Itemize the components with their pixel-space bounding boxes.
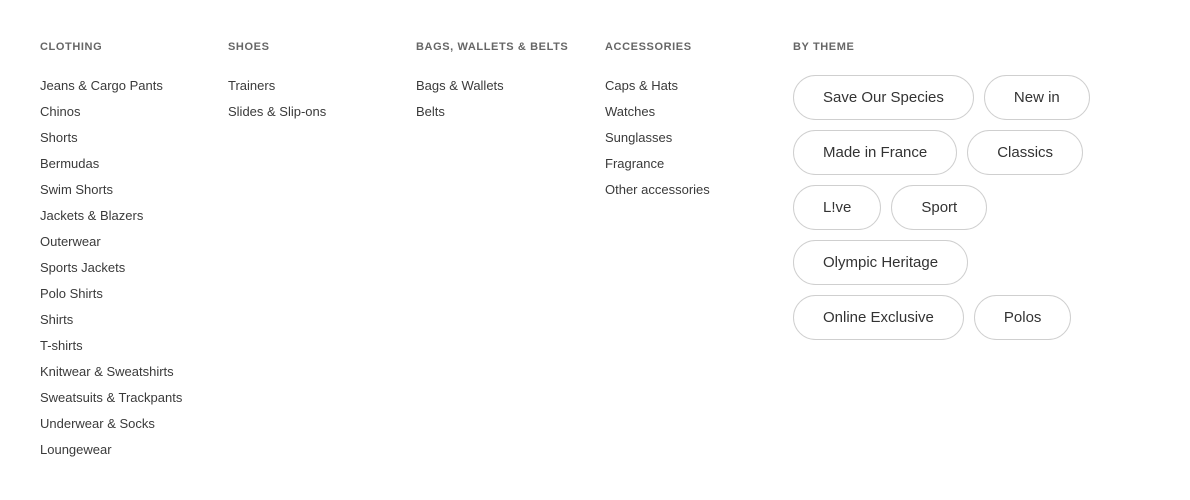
clothing-link[interactable]: Sweatsuits & Trackpants bbox=[40, 385, 220, 411]
clothing-link[interactable]: T-shirts bbox=[40, 333, 220, 359]
shoes-link[interactable]: Slides & Slip-ons bbox=[228, 99, 408, 125]
theme-chip-button[interactable]: Made in France bbox=[793, 130, 958, 175]
bags-column: BAGS, WALLETS & BELTS Bags & Wallets Belt… bbox=[416, 40, 596, 125]
theme-chip-button[interactable]: Polos bbox=[973, 295, 1072, 340]
clothing-link[interactable]: Shorts bbox=[40, 125, 220, 151]
theme-chip-button[interactable]: Olympic Heritage bbox=[793, 240, 969, 285]
clothing-link[interactable]: Shirts bbox=[40, 307, 220, 333]
clothing-link[interactable]: Loungewear bbox=[40, 437, 220, 463]
mega-menu: CLOTHING Jeans & Cargo Pants Chinos Shorts… bbox=[0, 0, 1190, 500]
clothing-link[interactable]: Jackets & Blazers bbox=[40, 203, 220, 229]
clothing-link[interactable]: Swim Shorts bbox=[40, 177, 220, 203]
theme-column: BY THEME Save Our Species New in Made in F… bbox=[793, 40, 1153, 350]
accessories-list: Caps & Hats Watches Sunglasses Fragrance Oth… bbox=[605, 73, 785, 203]
bags-link[interactable]: Belts bbox=[416, 99, 596, 125]
shoes-column: SHOES Trainers Slides & Slip-ons bbox=[228, 40, 408, 125]
clothing-link[interactable]: Sports Jackets bbox=[40, 255, 220, 281]
bags-link[interactable]: Bags & Wallets bbox=[416, 73, 596, 99]
clothing-link[interactable]: Bermudas bbox=[40, 151, 220, 177]
accessories-link[interactable]: Other accessories bbox=[605, 177, 785, 203]
bags-heading: BAGS, WALLETS & BELTS bbox=[416, 41, 569, 53]
clothing-link[interactable]: Chinos bbox=[40, 99, 220, 125]
theme-chip-row: Save Our Species New in bbox=[793, 75, 1153, 120]
theme-chip-grid: Save Our Species New in Made in France Clas… bbox=[793, 75, 1153, 340]
theme-chip-button[interactable]: Online Exclusive bbox=[793, 295, 964, 340]
clothing-list: Jeans & Cargo Pants Chinos Shorts Bermudas S… bbox=[40, 73, 220, 463]
theme-chip-button[interactable]: Save Our Species bbox=[793, 75, 974, 120]
clothing-link[interactable]: Knitwear & Sweatshirts bbox=[40, 359, 220, 385]
clothing-column: CLOTHING Jeans & Cargo Pants Chinos Shorts… bbox=[40, 40, 220, 463]
theme-chip-row: Online Exclusive Polos bbox=[793, 295, 1153, 340]
theme-chip-row: Olympic Heritage bbox=[793, 240, 1153, 285]
theme-chip-row: Made in France Classics bbox=[793, 130, 1153, 175]
accessories-link[interactable]: Fragrance bbox=[605, 151, 785, 177]
clothing-link[interactable]: Polo Shirts bbox=[40, 281, 220, 307]
accessories-column: ACCESSORIES Caps & Hats Watches Sunglasses… bbox=[605, 40, 785, 203]
accessories-heading: ACCESSORIES bbox=[605, 41, 692, 53]
shoes-list: Trainers Slides & Slip-ons bbox=[228, 73, 408, 125]
theme-chip-button[interactable]: New in bbox=[983, 75, 1090, 120]
shoes-heading: SHOES bbox=[228, 41, 270, 53]
theme-heading: BY THEME bbox=[793, 41, 855, 53]
accessories-link[interactable]: Watches bbox=[605, 99, 785, 125]
clothing-link[interactable]: Jeans & Cargo Pants bbox=[40, 73, 220, 99]
accessories-link[interactable]: Caps & Hats bbox=[605, 73, 785, 99]
clothing-link[interactable]: Outerwear bbox=[40, 229, 220, 255]
theme-chip-row: L!ve Sport bbox=[793, 185, 1153, 230]
theme-chip-button[interactable]: L!ve bbox=[793, 185, 882, 230]
shoes-link[interactable]: Trainers bbox=[228, 73, 408, 99]
clothing-heading: CLOTHING bbox=[40, 41, 103, 53]
theme-chip-button[interactable]: Classics bbox=[967, 130, 1084, 175]
theme-chip-button[interactable]: Sport bbox=[891, 185, 988, 230]
accessories-link[interactable]: Sunglasses bbox=[605, 125, 785, 151]
clothing-link[interactable]: Underwear & Socks bbox=[40, 411, 220, 437]
bags-list: Bags & Wallets Belts bbox=[416, 73, 596, 125]
